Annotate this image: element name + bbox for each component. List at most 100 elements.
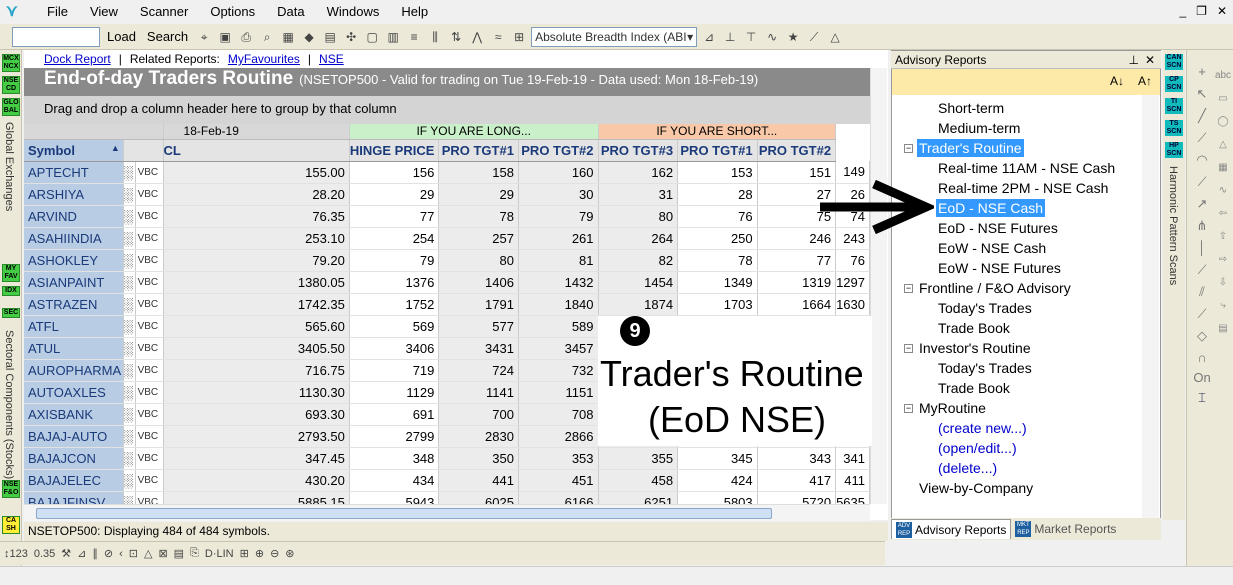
rectangle-icon[interactable]: ▭ bbox=[1213, 87, 1233, 110]
collapse-icon[interactable]: − bbox=[904, 144, 913, 153]
monitor-icon[interactable]: ▢ bbox=[363, 28, 381, 46]
ti-scn-badge[interactable]: TI SCN bbox=[1165, 98, 1183, 114]
tab-advisory-reports[interactable]: ADV REP Advisory Reports bbox=[891, 519, 1012, 539]
zoom-in-icon[interactable]: ⊕ bbox=[255, 547, 264, 560]
chart-icon-cell[interactable]: ░ bbox=[123, 359, 136, 382]
arrow-down-icon[interactable]: ⇩ bbox=[1213, 271, 1233, 294]
sw-icon[interactable]: ∿ bbox=[1213, 179, 1233, 202]
camarilla-icon[interactable]: ⊤ bbox=[742, 28, 760, 46]
triangle-icon[interactable]: △ bbox=[1213, 133, 1233, 156]
tree-item[interactable]: Trade Book bbox=[938, 319, 1010, 337]
symbol-cell[interactable]: BAJAJFINSV bbox=[24, 491, 124, 504]
crosshair-icon[interactable]: ⌖ bbox=[195, 28, 213, 46]
tool-icon[interactable]: ⊡ bbox=[129, 547, 138, 560]
zigzag-icon[interactable]: ⋀ bbox=[468, 28, 486, 46]
table-row[interactable]: BAJAJCON ░ VBC 347.45 348 350 353 355 345 343 341 bbox=[24, 447, 870, 470]
tree-item[interactable]: Investor's Routine bbox=[919, 339, 1031, 357]
nse-link[interactable]: NSE bbox=[319, 52, 344, 68]
column-header-short-tgt2[interactable]: PRO TGT#2 bbox=[757, 139, 837, 162]
tree-item[interactable]: Real-time 2PM - NSE Cash bbox=[938, 179, 1108, 197]
cash-badge[interactable]: CA SH bbox=[2, 516, 20, 534]
trend-icon[interactable]: ⟋ bbox=[1191, 130, 1213, 148]
chart-icon-cell[interactable]: ░ bbox=[123, 381, 136, 404]
sec-badge[interactable]: SEC bbox=[2, 308, 20, 318]
panel-close-icon[interactable]: ✕ bbox=[1145, 51, 1155, 69]
chart-icon-cell[interactable]: ░ bbox=[123, 271, 136, 294]
vbc-cell[interactable]: VBC bbox=[135, 205, 164, 228]
pattern-icon[interactable]: ◇ bbox=[1191, 328, 1213, 346]
lines-icon[interactable]: ≡ bbox=[405, 28, 423, 46]
symbol-cell[interactable]: ATUL bbox=[24, 337, 124, 360]
chart-icon-cell[interactable]: ░ bbox=[123, 227, 136, 250]
arrow-up-icon[interactable]: ⇧ bbox=[1213, 225, 1233, 248]
vbc-cell[interactable]: VBC bbox=[135, 359, 164, 382]
hilo-icon[interactable]: ⇅ bbox=[447, 28, 465, 46]
decimal2-icon[interactable]: 0.35 bbox=[34, 548, 55, 560]
tree-item[interactable]: EoW - NSE Futures bbox=[938, 259, 1061, 277]
vbc-cell[interactable]: VBC bbox=[135, 227, 164, 250]
vbc-cell[interactable]: VBC bbox=[135, 425, 164, 448]
vbc-cell[interactable]: VBC bbox=[135, 381, 164, 404]
decimal-icon[interactable]: ↕123 bbox=[4, 548, 28, 560]
vbc-cell[interactable]: VBC bbox=[135, 271, 164, 294]
chart-icon-cell[interactable]: ░ bbox=[123, 205, 136, 228]
tree-item[interactable]: Short-term bbox=[938, 99, 1004, 117]
arrow-curve-icon[interactable]: ⤷ bbox=[1213, 294, 1233, 317]
tree-link-edit[interactable]: (open/edit...) bbox=[938, 439, 1017, 457]
tree-item[interactable]: EoW - NSE Cash bbox=[938, 239, 1046, 257]
line-icon[interactable]: ╱ bbox=[1191, 108, 1213, 126]
tool-icon[interactable]: ⊛ bbox=[285, 547, 294, 560]
global-badge[interactable]: GLO BAL bbox=[2, 98, 20, 116]
sort-az-icon[interactable]: A↑ bbox=[1138, 74, 1152, 88]
tree-item[interactable]: View-by-Company bbox=[919, 479, 1033, 497]
tool-icon[interactable]: ‹ bbox=[119, 548, 123, 560]
pin-icon[interactable]: ⊥ bbox=[1129, 51, 1139, 69]
table-row[interactable]: BAJAJELEC ░ VBC 430.20 434 441 451 458 424 417 411 bbox=[24, 469, 870, 492]
chart-icon-cell[interactable]: ░ bbox=[123, 183, 136, 206]
column-header-hinge[interactable]: HINGE PRICE bbox=[349, 139, 440, 162]
menu-file[interactable]: File bbox=[36, 0, 79, 24]
chart-icon-cell[interactable]: ░ bbox=[123, 403, 136, 426]
vbc-cell[interactable]: VBC bbox=[135, 403, 164, 426]
sectoral-label[interactable]: Sectoral Components (Stocks) bbox=[3, 330, 15, 479]
tool-icon[interactable]: ⊘ bbox=[104, 547, 113, 560]
symbol-cell[interactable]: ASIANPAINT bbox=[24, 271, 124, 294]
symbol-cell[interactable]: AXISBANK bbox=[24, 403, 124, 426]
arrow-right-icon[interactable]: ⇨ bbox=[1213, 248, 1233, 271]
menu-scanner[interactable]: Scanner bbox=[129, 0, 199, 24]
tree-item[interactable]: MyRoutine bbox=[919, 399, 986, 417]
tree-item-eod-nse-cash[interactable]: EoD - NSE Cash bbox=[936, 199, 1046, 217]
vbc-cell[interactable]: VBC bbox=[135, 161, 164, 184]
can-scn-badge[interactable]: CAN SCN bbox=[1165, 54, 1183, 70]
select-icon[interactable]: ↖ bbox=[1191, 86, 1213, 104]
tree-item[interactable]: Real-time 11AM - NSE Cash bbox=[938, 159, 1115, 177]
tool-icon[interactable]: ⎘ bbox=[190, 547, 199, 560]
ray-icon[interactable]: ⟋ bbox=[1191, 262, 1213, 280]
pivot-icon[interactable]: ⊥ bbox=[721, 28, 739, 46]
vbc-cell[interactable]: VBC bbox=[135, 447, 164, 470]
column-header-short-tgt1[interactable]: PRO TGT#1 bbox=[677, 139, 758, 162]
ellipse-icon[interactable]: ◯ bbox=[1213, 110, 1233, 133]
tree-item[interactable]: Frontline / F&O Advisory bbox=[919, 279, 1071, 297]
cycle-icon[interactable]: ∩ bbox=[1191, 350, 1213, 368]
bars-icon[interactable]: ⫼ bbox=[426, 28, 444, 46]
horizontal-scrollbar[interactable] bbox=[24, 504, 870, 521]
vertical-icon[interactable]: │ bbox=[1191, 240, 1213, 258]
tree-item[interactable]: Today's Trades bbox=[938, 359, 1032, 377]
chart-icon[interactable]: ▤ bbox=[321, 28, 339, 46]
save-icon[interactable]: ▣ bbox=[216, 28, 234, 46]
chart-icon-cell[interactable]: ░ bbox=[123, 161, 136, 184]
idx-badge[interactable]: IDX bbox=[2, 286, 20, 296]
vbc-cell[interactable]: VBC bbox=[135, 249, 164, 272]
chart-icon-cell[interactable]: ░ bbox=[123, 249, 136, 272]
myfav-badge[interactable]: MY FAV bbox=[2, 264, 20, 282]
tool-icon[interactable]: ∥ bbox=[92, 547, 98, 560]
arc-icon[interactable]: ◠ bbox=[1191, 152, 1213, 170]
symbol-input[interactable] bbox=[12, 26, 100, 47]
chart-icon-cell[interactable]: ░ bbox=[123, 315, 136, 338]
chart-icon-cell[interactable]: ░ bbox=[123, 469, 136, 492]
column-header-symbol[interactable]: Symbol ▲ bbox=[24, 139, 124, 162]
print-icon[interactable]: ⎙ bbox=[237, 28, 255, 46]
star-icon[interactable]: ★ bbox=[784, 28, 802, 46]
on-toggle[interactable]: On bbox=[1191, 370, 1213, 388]
